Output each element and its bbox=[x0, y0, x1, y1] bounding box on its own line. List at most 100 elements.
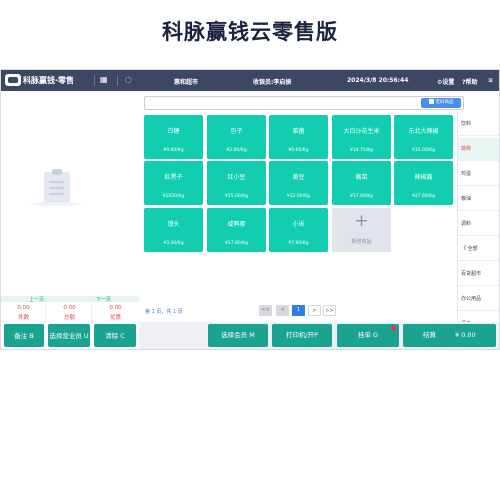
add-product-tile[interactable]: + 新增商品 bbox=[332, 208, 391, 252]
page-title: 科脉赢钱云零售版 bbox=[162, 20, 338, 44]
help-button[interactable]: ?帮助 bbox=[462, 77, 478, 86]
product-tile[interactable]: 辣椒酱 ¥27.60/Kg bbox=[394, 161, 453, 205]
pos-app-window: 科脉赢钱·零售 ▦ ◌ 惠和超市 收银员:李启振 2024/3/8 20:56:… bbox=[0, 69, 500, 350]
product-name: 菜菌 bbox=[292, 128, 305, 135]
cart-summary: 0.00 件数 0.00 总额 0.00 优惠 bbox=[1, 303, 139, 323]
plus-icon: + bbox=[354, 211, 369, 231]
product-tile[interactable]: 菜菌 ¥0.66/Kg bbox=[269, 115, 328, 159]
select-salesperson-button[interactable]: 选择营业员 U bbox=[48, 324, 90, 347]
product-tile[interactable]: 酱菜 ¥17.00/Kg bbox=[332, 161, 391, 205]
product-price: ¥14.75/Kg bbox=[349, 148, 374, 153]
divider bbox=[94, 75, 95, 86]
product-price: ¥9.00/Kg bbox=[163, 148, 184, 153]
page-info: 第 1 页，共 1 页 bbox=[145, 309, 183, 315]
checkout-button[interactable]: 结算 ¥ 0.00 bbox=[403, 324, 496, 347]
category-item[interactable]: 百货超市 bbox=[458, 263, 499, 286]
product-name: 酱菜 bbox=[355, 174, 368, 181]
product-tile[interactable]: 豇黑子 ¥1020/Kg bbox=[144, 161, 203, 205]
product-name: 辣椒酱 bbox=[414, 174, 433, 181]
product-tile[interactable]: 大白沙花生米 ¥14.75/Kg bbox=[332, 115, 391, 159]
product-tile[interactable]: 东北大辣椒 ¥15.00/Kg bbox=[394, 115, 453, 159]
next-page-button[interactable]: > bbox=[308, 305, 321, 316]
hold-order-button[interactable]: 挂单 G bbox=[337, 324, 399, 347]
product-tile[interactable]: 小米 ¥7.90/Kg bbox=[269, 208, 328, 252]
product-tile[interactable]: 黄豆 ¥12.00/Kg bbox=[269, 161, 328, 205]
barcode-icon bbox=[428, 99, 434, 104]
product-price: ¥15.00/Kg bbox=[411, 148, 436, 153]
category-sidebar: △ ▽ 饮料蔬称鸡蛋粮油调料《 全部百货超市办公用品酒食 bbox=[457, 113, 499, 349]
product-price: ¥0.66/Kg bbox=[288, 148, 309, 153]
product-tile[interactable]: 馒头 ¥3.36/Kg bbox=[144, 208, 203, 252]
stat-quantity: 0.00 件数 bbox=[1, 303, 46, 323]
product-name: 包子 bbox=[230, 128, 243, 135]
product-name: 小米 bbox=[292, 221, 305, 228]
category-item[interactable]: 《 全部 bbox=[458, 238, 499, 261]
category-item[interactable]: 调料 bbox=[458, 213, 499, 236]
product-name: 黄豆 bbox=[292, 174, 305, 181]
hold-order-label: 挂单 G bbox=[357, 331, 379, 339]
stat-label: 优惠 bbox=[109, 315, 121, 321]
current-page-button[interactable]: 1 bbox=[292, 305, 305, 316]
message-icon[interactable]: ◌ bbox=[125, 75, 132, 85]
stat-label: 总额 bbox=[63, 315, 75, 321]
app-logo-icon bbox=[5, 74, 21, 86]
clear-button[interactable]: 清除 C bbox=[94, 324, 136, 347]
first-page-button[interactable]: << bbox=[259, 305, 272, 316]
top-bar: 科脉赢钱·零售 ▦ ◌ 惠和超市 收银员:李启振 2024/3/8 20:56:… bbox=[1, 70, 499, 91]
stat-value: 0.00 bbox=[63, 305, 76, 311]
category-item[interactable]: 蔬称 bbox=[458, 138, 499, 161]
settings-label: 设置 bbox=[442, 79, 455, 86]
stat-label: 件数 bbox=[17, 315, 29, 321]
settings-button[interactable]: ⚙设置 bbox=[437, 77, 454, 86]
product-tile[interactable]: 咸鸭蛋 ¥17.80/Kg bbox=[207, 208, 266, 252]
add-product-label: 新增商品 bbox=[351, 239, 372, 245]
stat-total: 0.00 总额 bbox=[47, 303, 92, 323]
no-barcode-label: 无码商品 bbox=[435, 100, 454, 105]
product-price: ¥15.00/Kg bbox=[224, 194, 249, 199]
remark-button[interactable]: 备注 B bbox=[4, 324, 44, 347]
product-tile[interactable]: 包子 ¥2.00/Kg bbox=[207, 115, 266, 159]
category-item[interactable]: 粮油 bbox=[458, 188, 499, 211]
stat-discount: 0.00 优惠 bbox=[93, 303, 138, 323]
search-input[interactable]: 无码商品 bbox=[144, 96, 464, 110]
product-name: 白糖 bbox=[167, 128, 180, 135]
product-price: ¥2.00/Kg bbox=[226, 148, 247, 153]
product-tile[interactable]: 白糖 ¥9.00/Kg bbox=[144, 115, 203, 159]
checkout-total: ¥ 0.00 bbox=[455, 331, 476, 339]
product-name: 红小豆 bbox=[227, 174, 246, 181]
cart-pager: 上一页 下一页 bbox=[1, 296, 139, 303]
cashier-name: 收银员:李启振 bbox=[253, 79, 292, 86]
stat-value: 0.00 bbox=[109, 305, 122, 311]
product-name: 咸鸭蛋 bbox=[227, 221, 246, 228]
cart-next-page[interactable]: 下一页 bbox=[96, 296, 111, 303]
checkout-label: 结算 bbox=[423, 331, 436, 339]
product-price: ¥17.00/Kg bbox=[349, 194, 374, 199]
grid-menu-icon[interactable]: ▦ bbox=[100, 75, 108, 85]
divider bbox=[117, 75, 118, 86]
clipboard-icon bbox=[44, 169, 70, 204]
help-label: 帮助 bbox=[465, 79, 478, 86]
store-name: 惠和超市 bbox=[174, 79, 199, 86]
product-tile[interactable]: 红小豆 ¥15.00/Kg bbox=[207, 161, 266, 205]
category-item[interactable]: 鸡蛋 bbox=[458, 163, 499, 186]
last-page-button[interactable]: >> bbox=[323, 305, 336, 316]
product-name: 豇黑子 bbox=[164, 174, 183, 181]
cart-prev-page[interactable]: 上一页 bbox=[29, 296, 44, 303]
print-button[interactable]: 打印机/开P bbox=[272, 324, 332, 347]
product-price: ¥17.80/Kg bbox=[224, 241, 249, 246]
datetime: 2024/3/8 20:56:44 bbox=[347, 77, 409, 84]
product-name: 馒头 bbox=[167, 221, 180, 228]
no-barcode-product-button[interactable]: 无码商品 bbox=[421, 98, 461, 108]
empty-cart-illustration bbox=[31, 169, 81, 210]
category-item[interactable]: 办公用品 bbox=[458, 288, 499, 311]
product-price: ¥27.60/Kg bbox=[411, 194, 436, 199]
product-name: 大白沙花生米 bbox=[343, 128, 380, 135]
product-price: ¥3.36/Kg bbox=[163, 241, 184, 246]
product-price: ¥7.90/Kg bbox=[288, 241, 309, 246]
select-member-button[interactable]: 选择会员 M bbox=[208, 324, 268, 347]
notification-dot bbox=[391, 326, 396, 331]
app-brand: 科脉赢钱·零售 bbox=[23, 76, 75, 85]
product-name: 东北大辣椒 bbox=[408, 128, 439, 135]
prev-page-button[interactable]: < bbox=[276, 305, 289, 316]
category-item[interactable]: 饮料 bbox=[458, 113, 499, 136]
